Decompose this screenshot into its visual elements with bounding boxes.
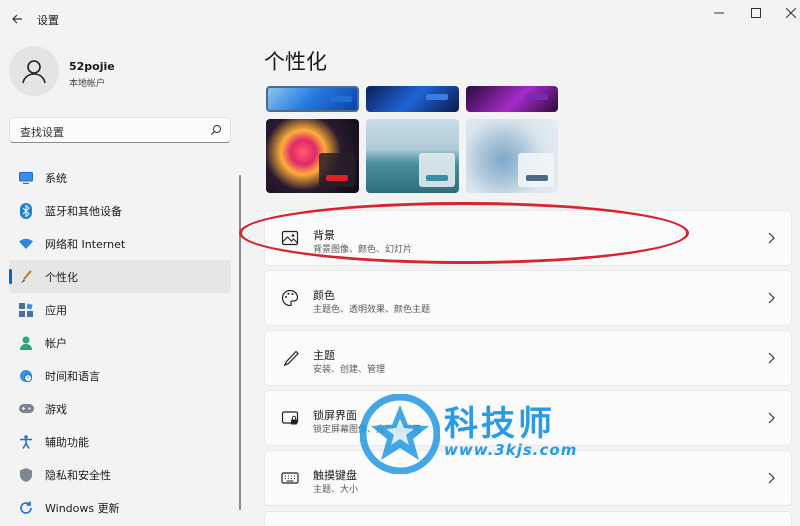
theme-taskbar-preview xyxy=(326,175,348,181)
sidebar-item-label: 应用 xyxy=(45,303,67,317)
gamepad-icon xyxy=(18,401,34,417)
palette-icon xyxy=(281,289,299,307)
theme-thumbnail[interactable] xyxy=(466,119,558,193)
back-button[interactable] xyxy=(6,8,28,30)
sidebar-item-bluetooth[interactable]: 蓝牙和其他设备 xyxy=(9,194,231,227)
monitor-icon xyxy=(18,170,34,186)
setting-subtitle: 锁定屏幕图像、应用和动画 xyxy=(313,425,422,435)
theme-taskbar-preview xyxy=(426,175,448,181)
close-button[interactable] xyxy=(774,2,800,24)
image-icon xyxy=(281,230,299,246)
sidebar-scrollbar[interactable] xyxy=(239,175,241,510)
minimize-button[interactable] xyxy=(702,2,736,24)
setting-subtitle: 背景图像、颜色、幻灯片 xyxy=(313,245,413,255)
sidebar-item-time-language[interactable]: 时间和语言 xyxy=(9,359,231,392)
sidebar-item-privacy-security[interactable]: 隐私和安全性 xyxy=(9,458,231,491)
theme-taskbar-preview xyxy=(526,175,548,181)
sidebar-item-label: 网络和 Internet xyxy=(45,237,126,251)
sidebar-item-accessibility[interactable]: 辅助功能 xyxy=(9,425,231,458)
sidebar-item-label: 游戏 xyxy=(45,402,67,416)
wifi-icon xyxy=(18,236,34,252)
setting-touch-keyboard[interactable]: 触摸键盘 主题、大小 xyxy=(264,450,792,506)
minimize-icon xyxy=(714,12,724,14)
sidebar-item-label: 帐户 xyxy=(45,336,67,350)
chevron-right-icon xyxy=(768,472,775,484)
theme-thumbnail[interactable] xyxy=(266,119,359,193)
pen-icon xyxy=(283,350,299,367)
setting-colors[interactable]: 颜色 主题色、透明效果、颜色主题 xyxy=(264,270,792,326)
lock-screen-icon xyxy=(281,411,299,425)
close-icon xyxy=(786,8,796,18)
sidebar-item-windows-update[interactable]: Windows 更新 xyxy=(9,491,231,524)
chevron-right-icon xyxy=(768,232,775,244)
theme-thumbnail[interactable] xyxy=(366,86,459,112)
theme-window-preview xyxy=(319,153,355,187)
setting-subtitle: 主题、大小 xyxy=(313,485,359,495)
sidebar-item-label: 个性化 xyxy=(45,270,78,284)
sidebar-item-accounts[interactable]: 帐户 xyxy=(9,326,231,359)
person-icon xyxy=(18,335,34,351)
app-title: 设置 xyxy=(37,14,59,27)
sidebar-item-label: 蓝牙和其他设备 xyxy=(45,204,122,218)
sidebar-item-label: 隐私和安全性 xyxy=(45,468,111,482)
setting-background[interactable]: 背景 背景图像、颜色、幻灯片 xyxy=(264,210,792,266)
maximize-icon xyxy=(751,8,761,18)
apps-icon xyxy=(18,302,34,318)
bluetooth-icon xyxy=(18,202,34,219)
sidebar-item-network[interactable]: 网络和 Internet xyxy=(9,227,231,260)
setting-title: 颜色 xyxy=(313,289,335,302)
shield-icon xyxy=(18,467,34,483)
sidebar-item-personalization[interactable]: 个性化 xyxy=(9,260,231,293)
title-bar: 设置 xyxy=(0,0,800,40)
sidebar-item-apps[interactable]: 应用 xyxy=(9,293,231,326)
theme-taskbar-preview xyxy=(426,94,448,100)
user-name: 52pojie xyxy=(69,60,115,73)
theme-taskbar-preview xyxy=(330,96,352,102)
back-arrow-icon xyxy=(12,14,22,24)
setting-title: 触摸键盘 xyxy=(313,469,357,482)
setting-title: 背景 xyxy=(313,229,335,242)
setting-subtitle: 主题色、透明效果、颜色主题 xyxy=(313,305,431,315)
theme-thumbnail[interactable] xyxy=(466,86,558,112)
search-input[interactable]: 查找设置 xyxy=(20,124,64,140)
theme-thumbnail[interactable] xyxy=(266,86,359,112)
sidebar-item-label: Windows 更新 xyxy=(45,501,120,515)
setting-title: 主题 xyxy=(313,349,335,362)
avatar[interactable] xyxy=(9,46,59,96)
setting-lock-screen[interactable]: 锁屏界面 锁定屏幕图像、应用和动画 xyxy=(264,390,792,446)
user-icon xyxy=(22,60,46,84)
setting-themes[interactable]: 主题 安装、创建、管理 xyxy=(264,330,792,386)
maximize-button[interactable] xyxy=(739,2,773,24)
update-icon xyxy=(18,500,34,516)
theme-thumbnail[interactable] xyxy=(366,119,459,193)
chevron-right-icon xyxy=(768,352,775,364)
theme-window-preview xyxy=(518,153,554,187)
search-icon[interactable] xyxy=(210,124,222,136)
search-box[interactable]: 查找设置 xyxy=(9,117,231,143)
accessibility-icon xyxy=(18,434,34,450)
account-type: 本地帐户 xyxy=(69,79,106,89)
sidebar-item-label: 系统 xyxy=(45,171,67,185)
chevron-right-icon xyxy=(768,292,775,304)
chevron-right-icon xyxy=(768,412,775,424)
sidebar-item-label: 时间和语言 xyxy=(45,369,100,383)
setting-subtitle: 安装、创建、管理 xyxy=(313,365,386,375)
sidebar-item-system[interactable]: 系统 xyxy=(9,161,231,194)
sidebar-nav: 系统 蓝牙和其他设备 网络和 Internet 个性化 应用 帐户 时间和语言 … xyxy=(9,161,231,524)
sidebar-item-label: 辅助功能 xyxy=(45,435,89,449)
setting-title: 锁屏界面 xyxy=(313,409,357,422)
theme-taskbar-preview xyxy=(526,94,548,100)
globe-clock-icon xyxy=(18,368,34,384)
page-title: 个性化 xyxy=(264,50,327,74)
brush-icon xyxy=(18,269,34,285)
theme-window-preview xyxy=(419,153,455,187)
keyboard-icon xyxy=(281,472,299,484)
setting-next-partial[interactable] xyxy=(264,511,792,526)
sidebar-item-gaming[interactable]: 游戏 xyxy=(9,392,231,425)
